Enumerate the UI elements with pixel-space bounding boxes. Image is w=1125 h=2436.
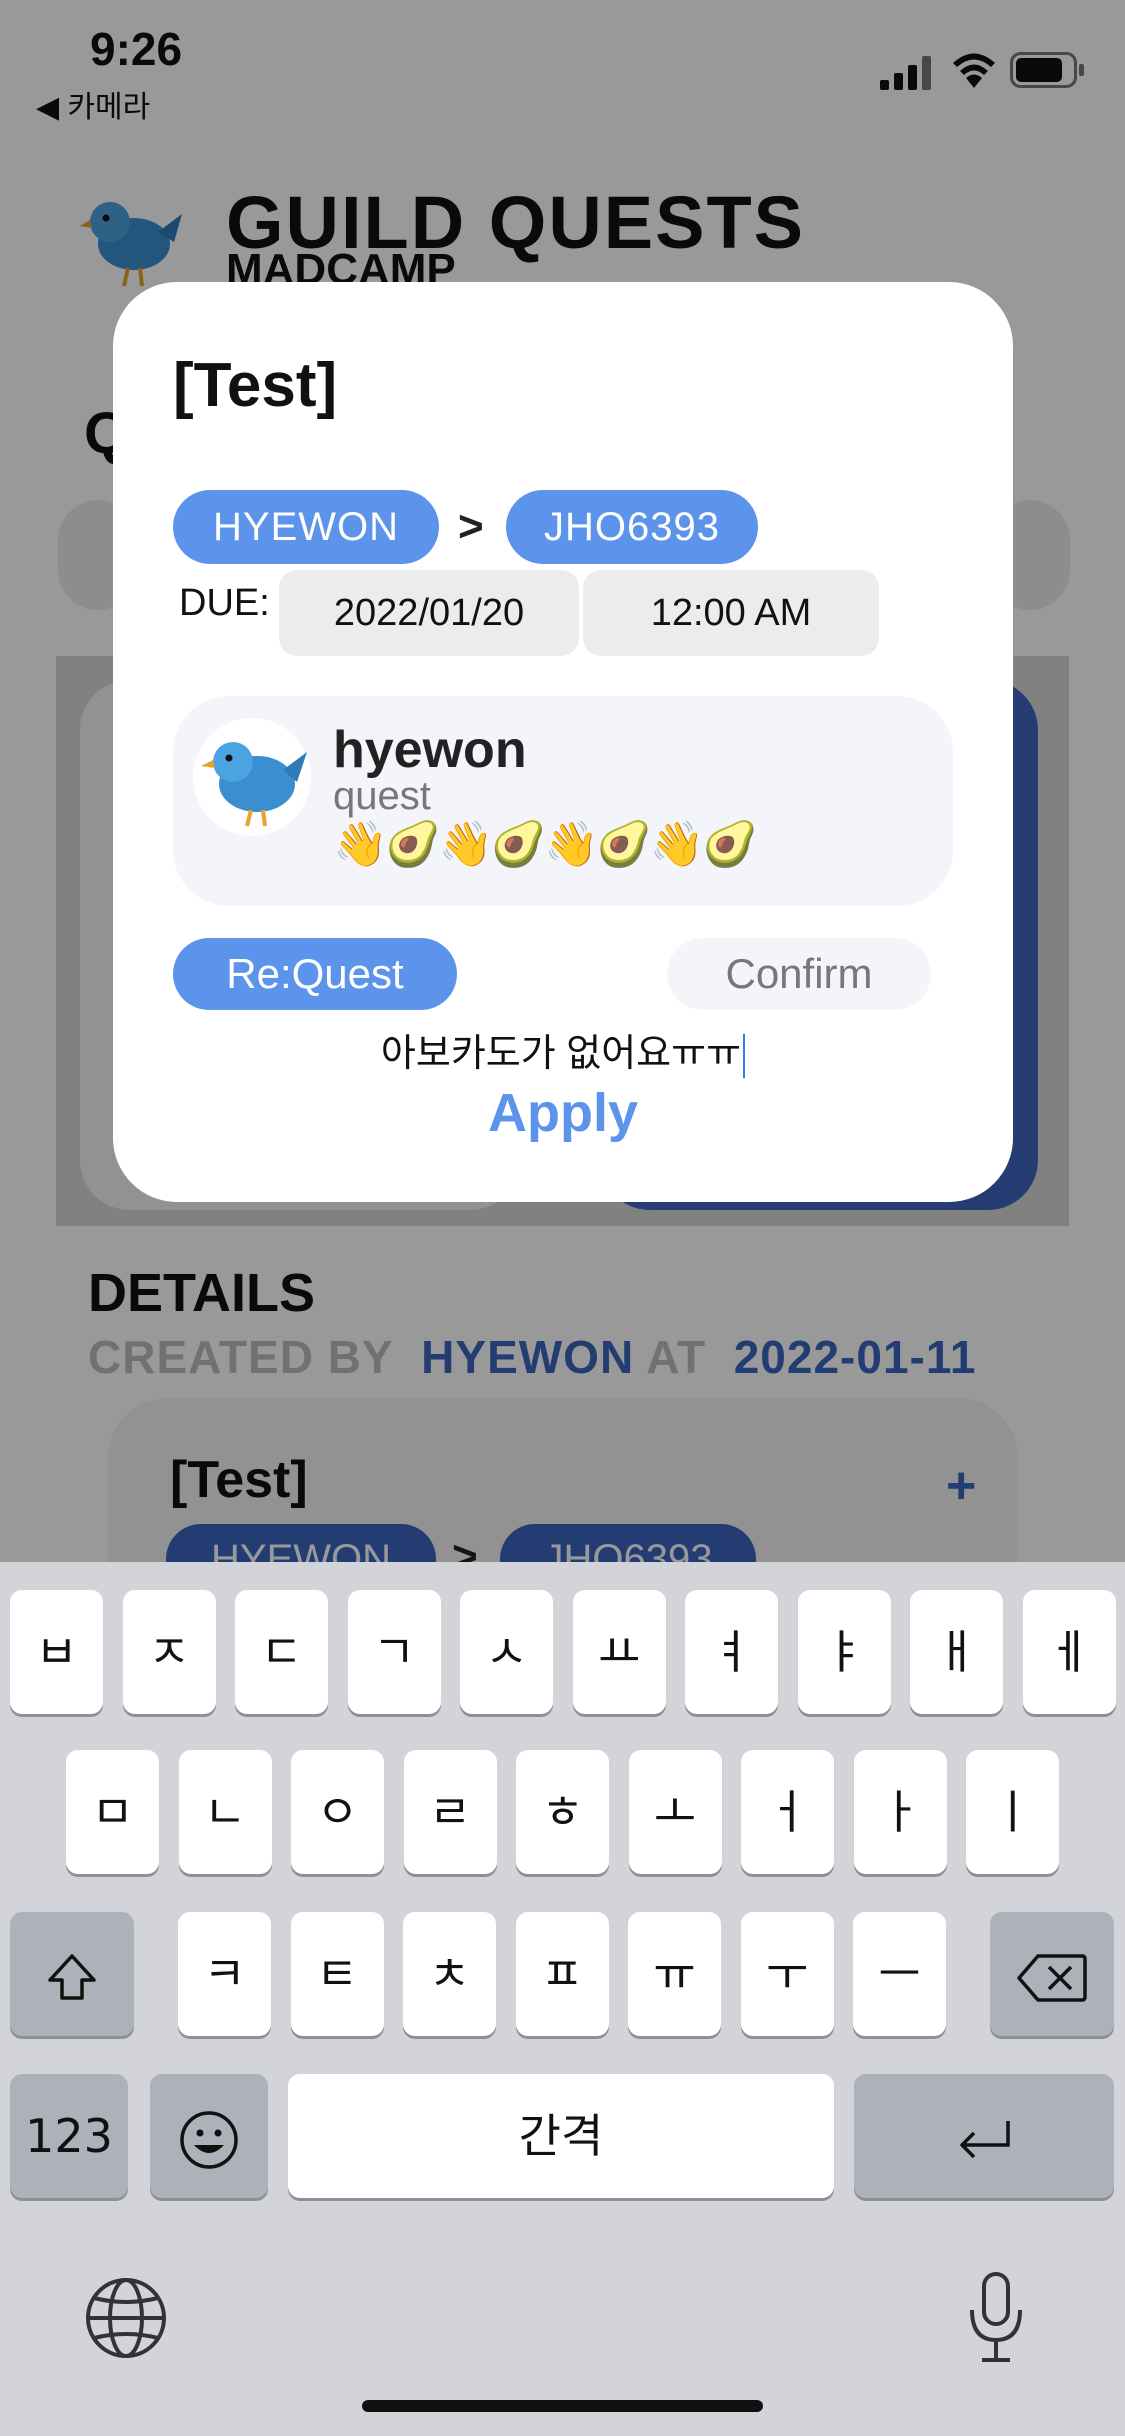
key-row2-3[interactable]: ㅇ: [291, 1750, 384, 1874]
confirm-button[interactable]: Confirm: [667, 938, 931, 1010]
key-row1-7[interactable]: ㅕ: [685, 1590, 778, 1714]
key-row1-4[interactable]: ㄱ: [347, 1590, 441, 1714]
due-date-field[interactable]: 2022/01/20: [279, 570, 579, 656]
message-author: hyewon: [333, 721, 527, 779]
backspace-key[interactable]: [990, 1912, 1114, 2036]
key-row2-7[interactable]: ㅓ: [741, 1750, 834, 1874]
key-row1-6[interactable]: ㅛ: [572, 1590, 666, 1714]
reply-input[interactable]: 아보카도가 없어요ㅠㅠ: [113, 1022, 1013, 1078]
key-row3-6[interactable]: ㅜ: [740, 1912, 834, 2036]
key-row2-4[interactable]: ㄹ: [403, 1750, 497, 1874]
key-row3-2[interactable]: ㅌ: [290, 1912, 384, 2036]
key-row1-3[interactable]: ㄷ: [235, 1590, 328, 1714]
key-row3-7[interactable]: ㅡ: [853, 1912, 946, 2036]
emoji-icon: [180, 2110, 238, 2169]
key-row1-10[interactable]: ㅔ: [1022, 1590, 1116, 1714]
korean-keyboard: 123 간격 ㅂㅈㄷㄱㅅㅛㅕㅑㅐㅔㅁㄴㅇㄹㅎㅗㅓㅏㅣㅋㅌㅊㅍㅠㅜㅡ: [0, 1562, 1125, 2436]
emoji-key[interactable]: [150, 2074, 268, 2198]
key-row2-8[interactable]: ㅏ: [853, 1750, 947, 1874]
to-user-chip: JHO6393: [506, 490, 758, 564]
globe-icon[interactable]: [84, 2276, 168, 2360]
home-indicator[interactable]: [362, 2400, 763, 2412]
return-icon: [960, 2120, 1010, 2158]
message-bubble: hyewon quest 👋🥑👋🥑👋🥑👋🥑: [173, 696, 953, 906]
text-cursor: [743, 1033, 746, 1078]
request-button[interactable]: Re:Quest: [173, 938, 457, 1010]
space-key[interactable]: 간격: [288, 2074, 834, 2198]
delete-icon: [1017, 1953, 1087, 2002]
key-row3-4[interactable]: ㅍ: [515, 1912, 609, 2036]
shift-key[interactable]: [10, 1912, 134, 2036]
message-content: 👋🥑👋🥑👋🥑👋🥑: [333, 820, 757, 869]
return-key[interactable]: [854, 2074, 1114, 2198]
key-row2-2[interactable]: ㄴ: [178, 1750, 272, 1874]
key-row2-5[interactable]: ㅎ: [516, 1750, 609, 1874]
message-type: quest: [333, 774, 431, 818]
arrow-separator: >: [458, 502, 484, 551]
reply-text: 아보카도가 없어요ㅠㅠ: [380, 1033, 742, 1075]
quest-detail-modal: [Test] HYEWON > JHO6393 DUE: 2022/01/20 …: [113, 282, 1013, 1202]
shift-icon: [48, 1953, 96, 2000]
due-label: DUE:: [179, 582, 270, 624]
key-row1-2[interactable]: ㅈ: [122, 1590, 216, 1714]
key-row2-1[interactable]: ㅁ: [66, 1750, 159, 1874]
microphone-icon[interactable]: [966, 2270, 1026, 2366]
due-time-field[interactable]: 12:00 AM: [583, 570, 879, 656]
key-row3-5[interactable]: ㅠ: [628, 1912, 721, 2036]
key-row1-1[interactable]: ㅂ: [10, 1590, 103, 1714]
key-row3-1[interactable]: ㅋ: [178, 1912, 271, 2036]
avatar: [193, 718, 311, 836]
numbers-key[interactable]: 123: [10, 2074, 128, 2198]
key-row2-6[interactable]: ㅗ: [628, 1750, 722, 1874]
key-row3-3[interactable]: ㅊ: [403, 1912, 496, 2036]
apply-button[interactable]: Apply: [113, 1082, 1013, 1144]
key-row1-5[interactable]: ㅅ: [460, 1590, 553, 1714]
key-row1-8[interactable]: ㅑ: [797, 1590, 891, 1714]
key-row2-9[interactable]: ㅣ: [966, 1750, 1059, 1874]
bluebird-avatar-icon: [201, 742, 307, 827]
key-row1-9[interactable]: ㅐ: [910, 1590, 1003, 1714]
modal-title: [Test]: [173, 351, 338, 420]
from-user-chip: HYEWON: [173, 490, 439, 564]
